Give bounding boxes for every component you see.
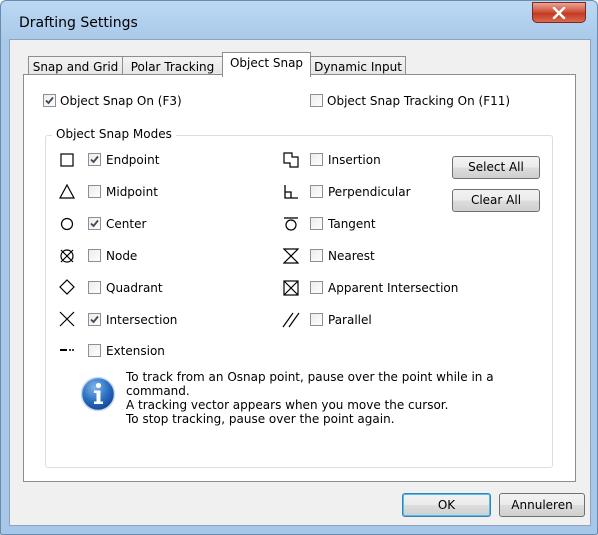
- parallel-lines-icon: [282, 312, 300, 328]
- endpoint-label: Endpoint: [106, 153, 160, 167]
- center-label: Center: [106, 217, 147, 231]
- cancel-button[interactable]: Annuleren: [499, 493, 585, 517]
- extension-label: Extension: [106, 344, 165, 358]
- perpendicular-checkbox[interactable]: [310, 185, 323, 198]
- midpoint-label: Midpoint: [106, 185, 158, 199]
- endpoint-square-icon: [60, 153, 74, 167]
- extension-dashed-line-icon: [60, 349, 74, 351]
- insertion-label: Insertion: [328, 153, 381, 167]
- endpoint-checkbox[interactable]: [88, 153, 101, 166]
- select-all-button[interactable]: Select All: [452, 156, 540, 179]
- object-snap-tracking-checkbox[interactable]: [310, 94, 323, 107]
- checkmark-icon: [90, 315, 99, 324]
- node-label: Node: [106, 249, 138, 263]
- quadrant-checkbox[interactable]: [88, 281, 101, 294]
- node-checkbox[interactable]: [88, 249, 101, 262]
- apparent-intersection-checkbox[interactable]: [310, 281, 323, 294]
- intersection-x-icon: [59, 311, 75, 327]
- center-checkbox[interactable]: [88, 217, 101, 230]
- nearest-hourglass-icon: [283, 248, 299, 264]
- object-snap-tracking-label: Object Snap Tracking On (F11): [327, 94, 511, 108]
- object-snap-on-checkbox[interactable]: [43, 94, 56, 107]
- object-snap-on-label: Object Snap On (F3): [60, 94, 182, 108]
- ok-button[interactable]: OK: [402, 493, 491, 517]
- info-line-4: To stop tracking, pause over the point a…: [126, 412, 395, 426]
- insertion-checkbox[interactable]: [310, 153, 323, 166]
- tangent-icon: [284, 217, 298, 231]
- center-circle-icon: [60, 217, 74, 231]
- node-circle-x-icon: [60, 249, 74, 263]
- midpoint-triangle-icon: [59, 184, 75, 199]
- info-line-1: To track from an Osnap point, pause over…: [126, 370, 494, 384]
- perpendicular-label: Perpendicular: [328, 185, 411, 199]
- extension-checkbox[interactable]: [88, 344, 101, 357]
- checkmark-icon: [90, 219, 99, 228]
- info-line-2: command.: [126, 384, 190, 398]
- quadrant-diamond-icon: [59, 279, 75, 295]
- tangent-label: Tangent: [328, 217, 376, 231]
- intersection-checkbox[interactable]: [88, 313, 101, 326]
- intersection-label: Intersection: [106, 313, 178, 327]
- parallel-label: Parallel: [328, 313, 372, 327]
- info-icon: [80, 376, 116, 412]
- nearest-label: Nearest: [328, 249, 375, 263]
- perpendicular-icon: [284, 185, 298, 199]
- group-title: Object Snap Modes: [52, 127, 176, 141]
- checkmark-icon: [90, 155, 99, 164]
- apparent-intersection-label: Apparent Intersection: [328, 281, 459, 295]
- apparent-intersection-icon: [283, 280, 299, 296]
- checkmark-icon: [45, 96, 54, 105]
- clear-all-button[interactable]: Clear All: [452, 189, 540, 212]
- midpoint-checkbox[interactable]: [88, 185, 101, 198]
- quadrant-label: Quadrant: [106, 281, 163, 295]
- tangent-checkbox[interactable]: [310, 217, 323, 230]
- nearest-checkbox[interactable]: [310, 249, 323, 262]
- info-text: To track from an Osnap point, pause over…: [126, 370, 526, 426]
- info-line-3: A tracking vector appears when you move …: [126, 398, 449, 412]
- parallel-checkbox[interactable]: [310, 313, 323, 326]
- insertion-icon: [283, 152, 299, 168]
